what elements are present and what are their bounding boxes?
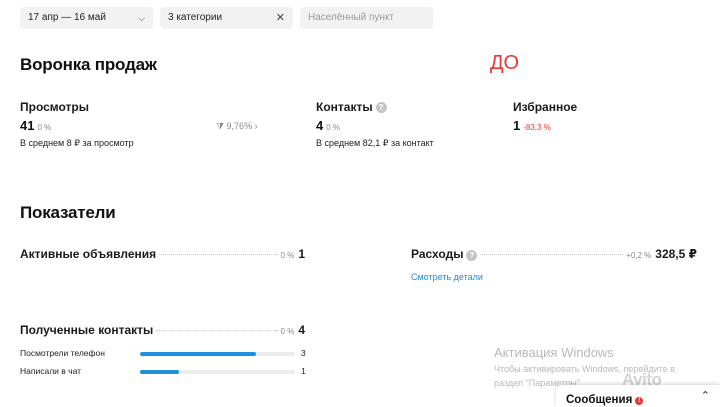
funnel-title: Воронка продаж [20, 55, 157, 74]
contacts-average: В среднем 82,1 ₽ за контакт [316, 138, 434, 148]
views-value: 41 [20, 118, 35, 133]
date-range-value: 17 апр — 16 май [28, 12, 106, 23]
active-ads-label: Активные объявления [20, 247, 157, 261]
received-contacts-pct: 0 % [280, 327, 295, 336]
chat-messages-value: 1 [301, 366, 306, 376]
dotted-leader [156, 330, 278, 331]
phone-views-bar-fill [140, 352, 257, 356]
favorites-label: Избранное [513, 100, 578, 114]
active-ads-pct: 0 % [280, 251, 295, 260]
chat-messages-bar [140, 370, 295, 374]
phone-views-label: Посмотрели телефон [20, 348, 105, 358]
dotted-leader [480, 254, 624, 255]
location-input[interactable]: Населённый пункт [300, 7, 433, 29]
phone-views-bar [140, 352, 295, 356]
received-contacts-value: 4 [298, 323, 305, 337]
active-ads-row: Активные объявления 0 % 1 [20, 247, 305, 261]
views-average: В среднем 8 ₽ за просмотр [20, 138, 134, 148]
messages-panel[interactable]: Сообщения 1 ⌃ [556, 385, 720, 407]
help-icon[interactable]: ? [466, 250, 478, 261]
phone-views-value: 3 [301, 348, 306, 358]
chat-messages-label: Написали в чат [20, 366, 82, 376]
location-placeholder: Населённый пункт [308, 12, 395, 23]
chevron-right-icon: › [254, 121, 258, 131]
chevron-up-icon[interactable]: ⌃ [701, 389, 710, 402]
contacts-value: 4 [316, 118, 324, 133]
favorites-pct: -83,3 % [523, 123, 551, 132]
views-pct: 0 % [37, 123, 52, 132]
before-label: ДО [490, 52, 520, 74]
expenses-row: Расходы? +0,2 % 328,5 ₽ [411, 247, 697, 261]
active-ads-value: 1 [298, 247, 305, 261]
contacts-label-wrap: Контакты? [316, 100, 387, 114]
conversion-rate[interactable]: ⧩ 9,76% › [216, 121, 258, 132]
contacts-metric: 40 % [316, 118, 340, 133]
expenses-value: 328,5 ₽ [655, 247, 697, 261]
messages-label: Сообщения [566, 394, 633, 406]
chat-messages-bar-fill [140, 370, 179, 374]
category-filter[interactable]: 3 категории ✕ [160, 7, 293, 29]
indicators-title: Показатели [20, 203, 116, 222]
conversion-value: 9,76% [226, 121, 253, 131]
help-icon[interactable]: ? [375, 102, 387, 113]
contacts-pct: 0 % [326, 123, 341, 132]
views-metric: 41 0 % [20, 118, 51, 133]
category-value: 3 категории [168, 12, 223, 23]
views-label: Просмотры [20, 100, 90, 114]
chevron-down-icon: ⌵ [138, 13, 145, 23]
watermark-title: Активация Windows [494, 345, 614, 360]
favorites-value: 1 [513, 118, 521, 133]
expenses-pct: +0,2 % [626, 251, 652, 260]
expenses-label: Расходы [411, 247, 464, 261]
received-contacts-row: Полученные контакты 0 % 4 [20, 323, 305, 337]
unread-badge: 1 [635, 397, 644, 405]
favorites-metric: 1 -83,3 % [513, 118, 551, 133]
funnel-icon: ⧩ [216, 121, 225, 131]
received-contacts-label: Полученные контакты [20, 323, 154, 337]
date-range-filter[interactable]: 17 апр — 16 май ⌵ [20, 7, 153, 29]
clear-icon[interactable]: ✕ [276, 7, 285, 29]
contacts-label: Контакты [316, 100, 373, 114]
dotted-leader [159, 254, 278, 255]
expenses-details-link[interactable]: Смотреть детали [411, 272, 483, 282]
